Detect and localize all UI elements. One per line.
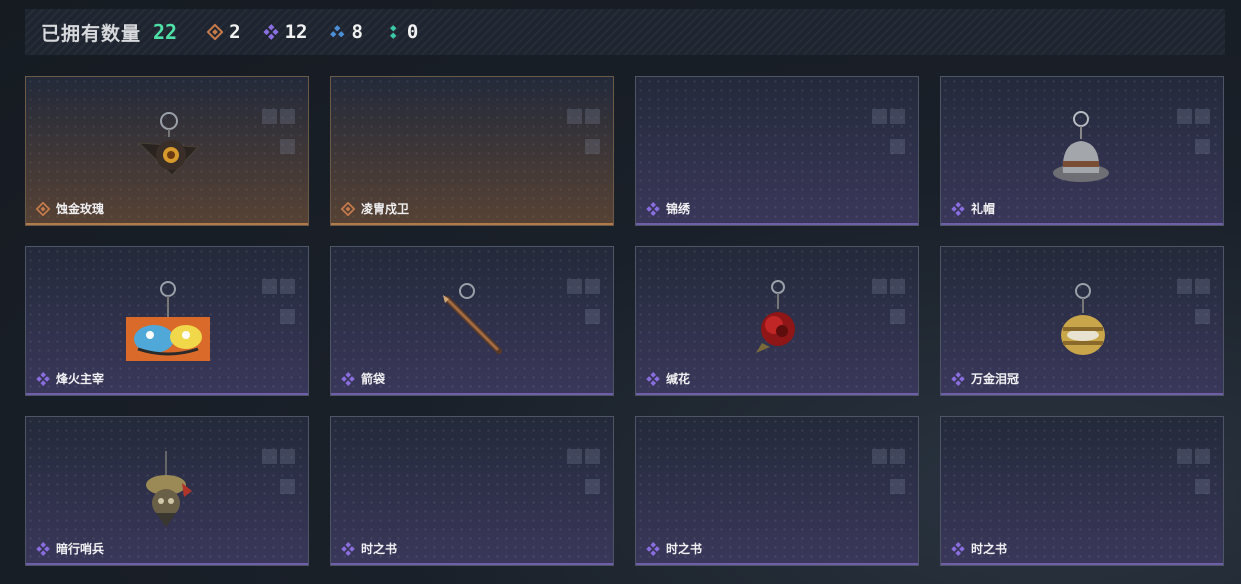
charm-name: 暗行哨兵: [56, 542, 105, 556]
charm-card[interactable]: 时之书: [330, 416, 614, 566]
charm-name: 缄花: [666, 372, 691, 386]
gold-rarity-icon: [341, 201, 355, 216]
charm-name: 时之书: [361, 542, 398, 556]
graffiti-charm-icon: [126, 281, 210, 361]
card-decoration: [872, 449, 906, 495]
charm-name: 时之书: [971, 542, 1008, 556]
charm-label: 暗行哨兵: [36, 540, 104, 557]
purple-rarity-icon: [951, 371, 965, 386]
card-decoration: [567, 449, 601, 495]
charm-name: 锦绣: [666, 202, 691, 216]
charm-label: 缄花: [646, 370, 690, 387]
green-count: 0: [406, 21, 419, 43]
owned-count-label: 已拥有数量: [41, 23, 142, 45]
rose-charm-icon: [137, 112, 200, 176]
red-rose-charm-icon: [756, 280, 795, 353]
purple-rarity-icon: [646, 541, 660, 556]
gold-count-stat: 2: [207, 21, 241, 43]
charm-card[interactable]: 礼帽: [940, 76, 1224, 226]
charm-label: 蚀金玫瑰: [36, 200, 104, 217]
purple-rarity-icon: [36, 371, 50, 386]
purple-rarity-icon: [951, 201, 965, 216]
charm-card[interactable]: 烽火主宰: [25, 246, 309, 396]
charm-card[interactable]: 缄花: [635, 246, 919, 396]
charm-name: 礼帽: [971, 202, 996, 216]
charm-name: 凌冑戍卫: [361, 202, 410, 216]
owned-total-count: 22: [153, 20, 178, 44]
purple-rarity-icon: [262, 24, 279, 40]
charm-label: 时之书: [341, 540, 397, 557]
charm-card[interactable]: 时之书: [940, 416, 1224, 566]
charm-name: 万金泪冠: [971, 372, 1020, 386]
purple-count: 12: [284, 21, 308, 43]
purple-rarity-icon: [951, 541, 965, 556]
blue-count-stat: 8: [329, 21, 363, 43]
gold-rarity-icon: [207, 24, 224, 40]
purple-rarity-icon: [341, 541, 355, 556]
quiver-charm-icon: [443, 283, 502, 354]
card-decoration: [1177, 449, 1211, 495]
charm-card[interactable]: 锦绣: [635, 76, 919, 226]
charm-label: 锦绣: [646, 200, 690, 217]
charm-card[interactable]: 箭袋: [330, 246, 614, 396]
blue-count: 8: [351, 21, 363, 43]
charm-card[interactable]: 万金泪冠: [940, 246, 1224, 396]
charm-name: 箭袋: [361, 372, 386, 386]
ownership-summary-bar: 已拥有数量 22 2 12 8 0: [25, 9, 1225, 55]
charm-name: 蚀金玫瑰: [56, 202, 105, 216]
charm-card[interactable]: 暗行哨兵: [25, 416, 309, 566]
charm-label: 箭袋: [341, 370, 385, 387]
charm-label: 烽火主宰: [36, 370, 104, 387]
charm-label: 礼帽: [951, 200, 995, 217]
blue-rarity-icon: [330, 25, 345, 38]
charm-label: 万金泪冠: [951, 370, 1019, 387]
green-count-stat: 0: [385, 21, 418, 43]
charm-card[interactable]: 蚀金玫瑰: [25, 76, 309, 226]
gold-rarity-icon: [36, 201, 50, 216]
purple-rarity-icon: [646, 371, 660, 386]
purple-rarity-icon: [341, 371, 355, 386]
charm-card[interactable]: 时之书: [635, 416, 919, 566]
purple-rarity-icon: [36, 541, 50, 556]
hat-charm-icon: [1053, 111, 1109, 182]
charm-name: 烽火主宰: [56, 372, 105, 386]
green-rarity-icon: [389, 25, 397, 39]
charm-label: 时之书: [951, 540, 1007, 557]
charm-card[interactable]: 凌冑戍卫: [330, 76, 614, 226]
crown-charm-icon: [1061, 283, 1105, 355]
gold-count: 2: [229, 21, 241, 43]
purple-rarity-icon: [646, 201, 660, 216]
charm-name: 时之书: [666, 542, 703, 556]
sentinel-charm-icon: [146, 451, 192, 527]
purple-count-stat: 12: [262, 21, 308, 43]
charm-label: 凌冑戍卫: [341, 200, 409, 217]
charm-label: 时之书: [646, 540, 702, 557]
card-decoration: [872, 109, 906, 155]
card-decoration: [567, 109, 601, 155]
